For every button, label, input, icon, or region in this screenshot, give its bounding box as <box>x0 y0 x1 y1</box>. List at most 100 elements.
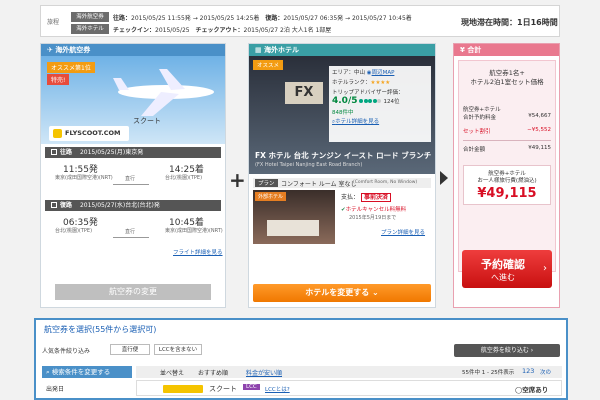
sum-label: 合計金額 <box>463 147 486 153</box>
outbound-value: 2015/05/25 11:55発 → 2015/05/25 14:25着 <box>131 15 260 22</box>
calendar-icon <box>51 149 57 155</box>
chevron-right-icon: › <box>530 347 534 354</box>
room-photo: 外部ホテル <box>253 190 335 244</box>
outbound-dep-airport: 東京(成田国際空港)(NRT) <box>55 175 113 181</box>
select-header: 航空券を選択(55件から選択可) <box>44 325 157 334</box>
flight-result-row[interactable]: スクート LCC LCCとは? ◯空席あり <box>136 380 562 396</box>
summary-label: 旅程 <box>47 19 60 26</box>
hotel-detail-link-text: ホテル詳細を見る <box>335 119 380 125</box>
hotel-summary-line: チェックイン：2015/05/25 チェックアウト：2015/05/27 2泊 … <box>113 25 331 34</box>
reserve-button-line2: へ進む <box>491 273 515 282</box>
hotel-name: FX ホテル 台北 ナンジン イースト ロード ブランチ <box>255 151 432 160</box>
outbound-date: 2015/05/25(月)東京発 <box>79 149 144 156</box>
flight-header-text: 海外航空券 <box>55 46 91 54</box>
plan-detail-link[interactable]: プラン詳細を見る <box>381 228 425 236</box>
total-panel: ¥ 合計 航空券1名+ ホテル2泊1室セット価格 航空券+ホテル 合計予約料金 … <box>453 43 560 308</box>
sort-recommended[interactable]: おすすめ順 <box>198 368 228 377</box>
outbound-header: 往路 2015/05/25(月)東京発 <box>45 147 221 158</box>
subtotal-label2: 合計予約料金 <box>463 115 497 121</box>
plus-icon: + <box>229 168 246 192</box>
flight-chip: 海外航空券 <box>71 12 109 22</box>
review-count: 848件中 <box>332 110 354 116</box>
hotel-header-text: 海外ホテル <box>264 46 300 54</box>
results-count: 55件中 1 - 25件表示 <box>462 370 515 376</box>
change-flight-button[interactable]: 航空券の変更 <box>55 284 211 300</box>
filter-direct-button[interactable]: 直行便 <box>110 344 150 355</box>
filter-label: 人気条件絞り込み <box>42 348 91 355</box>
inbound-value: 2015/05/27 06:35発 → 2015/05/27 10:45着 <box>283 15 412 22</box>
chevron-right-icon: › <box>543 263 547 274</box>
next-page-link[interactable]: 次の <box>540 368 551 376</box>
hotel-info-box: エリア：中山 ◉周辺MAP ホテルランク：★★★★ トリップアドバイザー評価： … <box>329 66 431 142</box>
hotel-detail-link[interactable]: ⌕ホテル詳細を見る <box>332 117 428 126</box>
search-header-text: 検索条件を変更する <box>51 368 111 376</box>
filter-no-lcc-button[interactable]: LCCを含まない <box>154 344 202 355</box>
hotel-recommend-badge: オススメ <box>253 60 284 70</box>
outbound-key: 往路： <box>113 15 132 22</box>
sort-label: 並べ替え <box>160 370 185 377</box>
outbound-arr-airport: 台北(桃園)(TPE) <box>165 175 203 181</box>
search-conditions-header[interactable]: ⌕ 検索条件を変更する <box>42 366 132 378</box>
airline-name: スクート <box>133 117 161 125</box>
bed-shape <box>267 220 319 236</box>
inbound-arr-airport: 東京(成田国際空港)(NRT) <box>165 228 223 234</box>
star-rating: ★★★★ <box>370 80 391 86</box>
sale-badge: 特売! <box>47 74 70 85</box>
hotel-panel: ▦ 海外ホテル オススメ FX エリア：中山 ◉周辺MAP ホテルランク：★★★… <box>248 43 436 308</box>
tripadvisor-label: トリップアドバイザー評価： <box>332 90 404 96</box>
per-person-box: 航空券+ホテル お一人様旅行費(燃油込) ¥49,115 <box>463 165 551 205</box>
total-divider <box>463 140 551 141</box>
flight-summary-line: 往路：2015/05/25 11:55発 → 2015/05/25 14:25着… <box>113 13 412 22</box>
hotel-rank-label: ホテルランク： <box>332 80 371 86</box>
building-icon: ▦ <box>255 46 262 54</box>
subtotal-value: ¥54,667 <box>528 113 551 119</box>
stay-duration: 現地滞在時間：1日16時間 <box>461 18 558 27</box>
flight-panel-header: ✈ 海外航空券 <box>41 44 225 56</box>
plane-icon: ✈ <box>47 46 53 54</box>
airline-logo-text: FLYSCOOT.COM <box>65 129 121 137</box>
per-person-label2: お一人様旅行費(燃油込) <box>477 178 537 184</box>
scoot-logo-icon <box>53 129 62 138</box>
inbound-dep-airport: 台北(桃園)(TPE) <box>55 228 93 234</box>
total-panel-header: ¥ 合計 <box>454 44 559 56</box>
plan-tag: プラン <box>255 179 278 187</box>
tripadvisor-score: 4.0/5 <box>332 96 358 106</box>
reserve-button-line1: 予約確認 <box>481 258 525 271</box>
seat-status-text: 空席あり <box>522 386 549 394</box>
checkin-key: チェックイン： <box>113 27 156 34</box>
hotel-panel-header: ▦ 海外ホテル <box>249 44 435 56</box>
hotel-chip: 海外ホテル <box>71 24 109 34</box>
hotel-name-en: (FX Hotel Taipei Nanjing East Road Branc… <box>255 162 363 168</box>
payment-value: 事前決済 <box>360 193 391 202</box>
map-link[interactable]: 周辺MAP <box>372 70 395 76</box>
yen-icon: ¥ <box>460 46 465 54</box>
airplane-icon <box>113 69 214 116</box>
outbound-direct: 直行 <box>125 176 136 182</box>
recommend-badge: オススメ第1位 <box>47 62 95 73</box>
hotel-photo: オススメ FX エリア：中山 ◉周辺MAP ホテルランク：★★★★ トリップアド… <box>249 56 435 174</box>
calendar-icon <box>51 202 57 208</box>
total-header-text: 合計 <box>467 46 482 54</box>
chevron-down-icon: ⌄ <box>372 288 379 297</box>
tripadvisor-rank: 124位 <box>383 99 400 105</box>
itinerary-summary: 旅程 海外航空券 海外ホテル 往路：2015/05/25 11:55発 → 20… <box>40 5 560 37</box>
total-title-line2: ホテル2泊1室セット価格 <box>470 78 544 86</box>
flight-select-section: 航空券を選択(55件から選択可) 人気条件絞り込み 直行便 LCCを含まない 航… <box>34 318 568 400</box>
change-hotel-button[interactable]: ホテルを変更する ⌄ <box>253 284 431 302</box>
checkin-value: 2015/05/25 <box>155 27 190 34</box>
sort-bar: 並べ替え おすすめ順 料金が安い順 55件中 1 - 25件表示 123 次の <box>136 366 562 378</box>
lcc-info-link[interactable]: LCCとは? <box>265 385 290 393</box>
sort-price-link[interactable]: 料金が安い順 <box>246 368 282 377</box>
cancel-free: ホテルキャンセル料無料 <box>345 207 407 213</box>
total-inner: 航空券1名+ ホテル2泊1室セット価格 航空券+ホテル 合計予約料金 ¥54,6… <box>458 60 556 272</box>
outbound-title: 往路 <box>60 149 73 156</box>
inbound-title: 復路 <box>60 202 73 209</box>
pagination[interactable]: 123 <box>522 367 534 375</box>
payment-row: 支払： 事前決済 <box>341 192 391 202</box>
reserve-confirm-button[interactable]: 予約確認 へ進む › <box>462 250 552 288</box>
narrow-button[interactable]: 航空券を絞り込む › <box>454 344 560 357</box>
hotel-area: エリア：中山 <box>332 70 366 76</box>
cancel-until: 2015年5月19日まで <box>349 215 397 221</box>
inbound-route-line <box>113 237 149 238</box>
flight-detail-link[interactable]: フライト詳細を見る <box>173 248 223 256</box>
